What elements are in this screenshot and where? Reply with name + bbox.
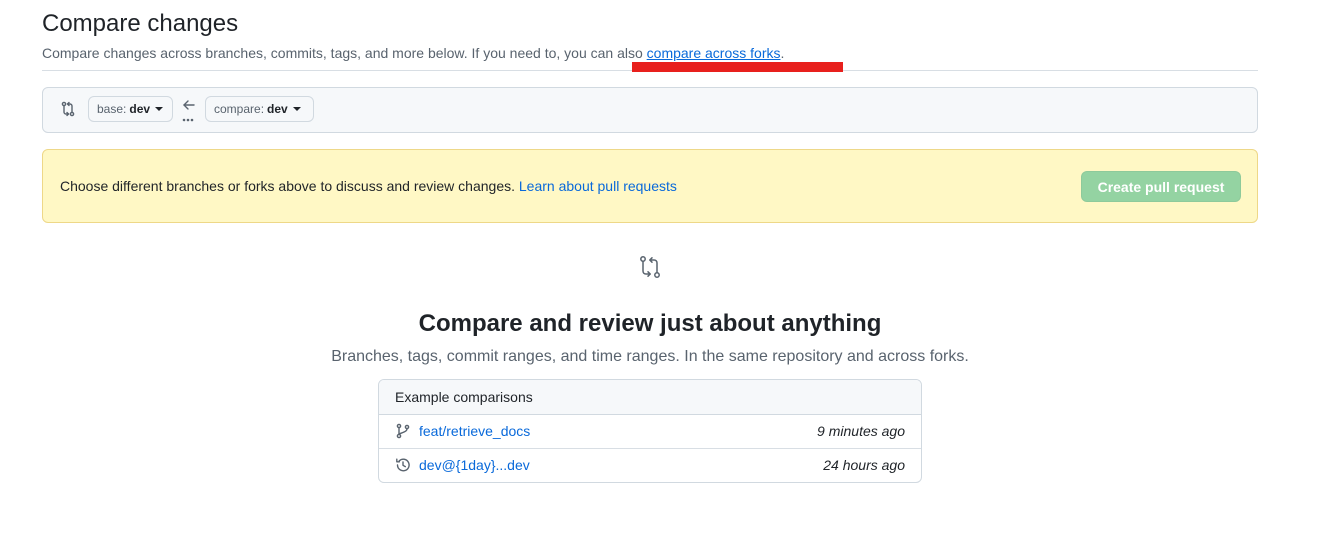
- blankslate-subtitle: Branches, tags, commit ranges, and time …: [331, 348, 969, 365]
- learn-pull-requests-link[interactable]: Learn about pull requests: [519, 178, 677, 194]
- page-subtitle: Compare changes across branches, commits…: [42, 43, 1258, 63]
- git-branch-icon: [395, 423, 411, 439]
- example-row: feat/retrieve_docs 9 minutes ago: [379, 415, 921, 449]
- example-row: dev@{1day}...dev 24 hours ago: [379, 449, 921, 482]
- range-arrow: [181, 97, 197, 125]
- example-link[interactable]: dev@{1day}...dev: [419, 457, 530, 473]
- page-title: Compare changes: [42, 10, 239, 37]
- example-time: 24 hours ago: [823, 457, 905, 473]
- blankslate-title: Compare and review just about anything: [418, 310, 882, 337]
- compare-page: Compare changes Compare changes across b…: [0, 0, 1317, 550]
- subtitle-suffix: .: [780, 45, 785, 61]
- example-link[interactable]: feat/retrieve_docs: [419, 423, 530, 439]
- range-editor: base: dev compare: dev: [42, 87, 1258, 133]
- git-compare-icon: [60, 101, 76, 117]
- git-compare-icon: [638, 255, 662, 279]
- flash-notice: Choose different branches or forks above…: [42, 149, 1258, 223]
- example-comparisons: Example comparisons feat/retrieve_docs 9…: [378, 379, 922, 483]
- caret-down-icon: [155, 107, 164, 111]
- examples-header: Example comparisons: [379, 380, 921, 415]
- create-pull-request-button[interactable]: Create pull request: [1081, 171, 1241, 202]
- base-prefix: base:: [97, 102, 127, 116]
- caret-down-icon: [292, 107, 301, 111]
- history-icon: [395, 457, 411, 473]
- example-time: 9 minutes ago: [817, 423, 905, 439]
- compare-prefix: compare:: [214, 102, 265, 116]
- red-annotation-underline: [632, 62, 843, 72]
- flash-message: Choose different branches or forks above…: [60, 178, 677, 194]
- arrow-left-icon: [182, 100, 195, 122]
- base-branch-select[interactable]: base: dev: [88, 96, 173, 122]
- compare-branch-select[interactable]: compare: dev: [205, 96, 314, 122]
- compare-across-forks-link[interactable]: compare across forks: [647, 45, 781, 61]
- compare-value: dev: [267, 102, 288, 116]
- subtitle-text: Compare changes across branches, commits…: [42, 45, 647, 61]
- base-value: dev: [129, 102, 151, 116]
- flash-text: Choose different branches or forks above…: [60, 178, 519, 194]
